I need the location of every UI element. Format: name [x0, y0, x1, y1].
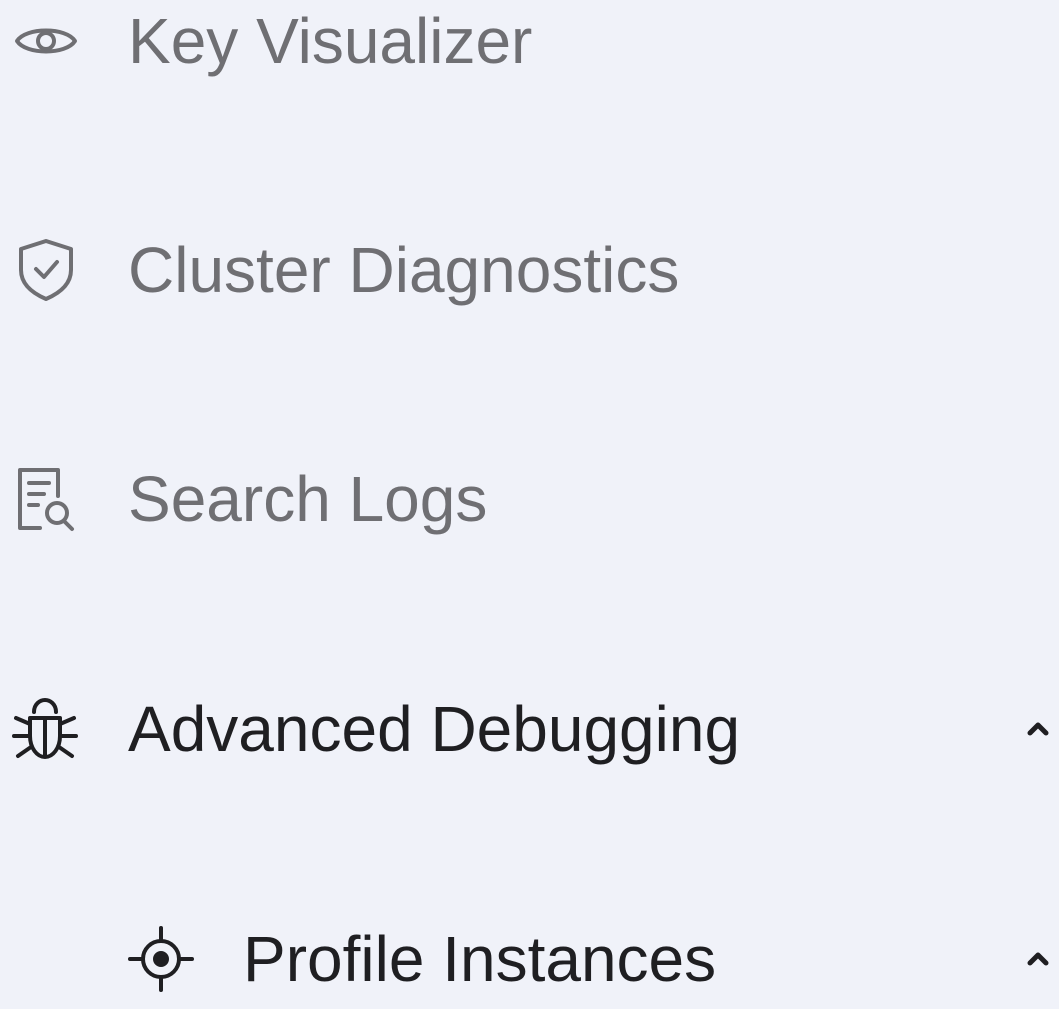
shield-check-icon: [16, 238, 76, 302]
sidebar-item-cluster-diagnostics[interactable]: Cluster Diagnostics: [0, 220, 1059, 320]
sidebar-subitem-profile-instances[interactable]: Profile Instances: [0, 909, 1059, 1009]
bug-icon: [12, 696, 78, 762]
sidebar-item-label: Advanced Debugging: [128, 693, 741, 765]
sidebar-item-label: Search Logs: [128, 463, 488, 535]
log-search-icon: [16, 466, 76, 532]
eye-icon: [14, 21, 78, 61]
sidebar-item-label: Cluster Diagnostics: [128, 234, 680, 306]
crosshair-icon: [128, 926, 194, 992]
sidebar-item-search-logs[interactable]: Search Logs: [0, 449, 1059, 549]
sidebar-nav: Key Visualizer Cluster Diagnostics Searc…: [0, 0, 1059, 992]
chevron-up-icon[interactable]: [1023, 944, 1053, 974]
chevron-up-icon[interactable]: [1023, 714, 1053, 744]
sidebar-item-advanced-debugging[interactable]: Advanced Debugging: [0, 679, 1059, 779]
sidebar-item-label: Key Visualizer: [128, 5, 533, 77]
sidebar-item-label: Profile Instances: [243, 923, 717, 995]
sidebar-item-key-visualizer[interactable]: Key Visualizer: [0, 0, 1059, 91]
